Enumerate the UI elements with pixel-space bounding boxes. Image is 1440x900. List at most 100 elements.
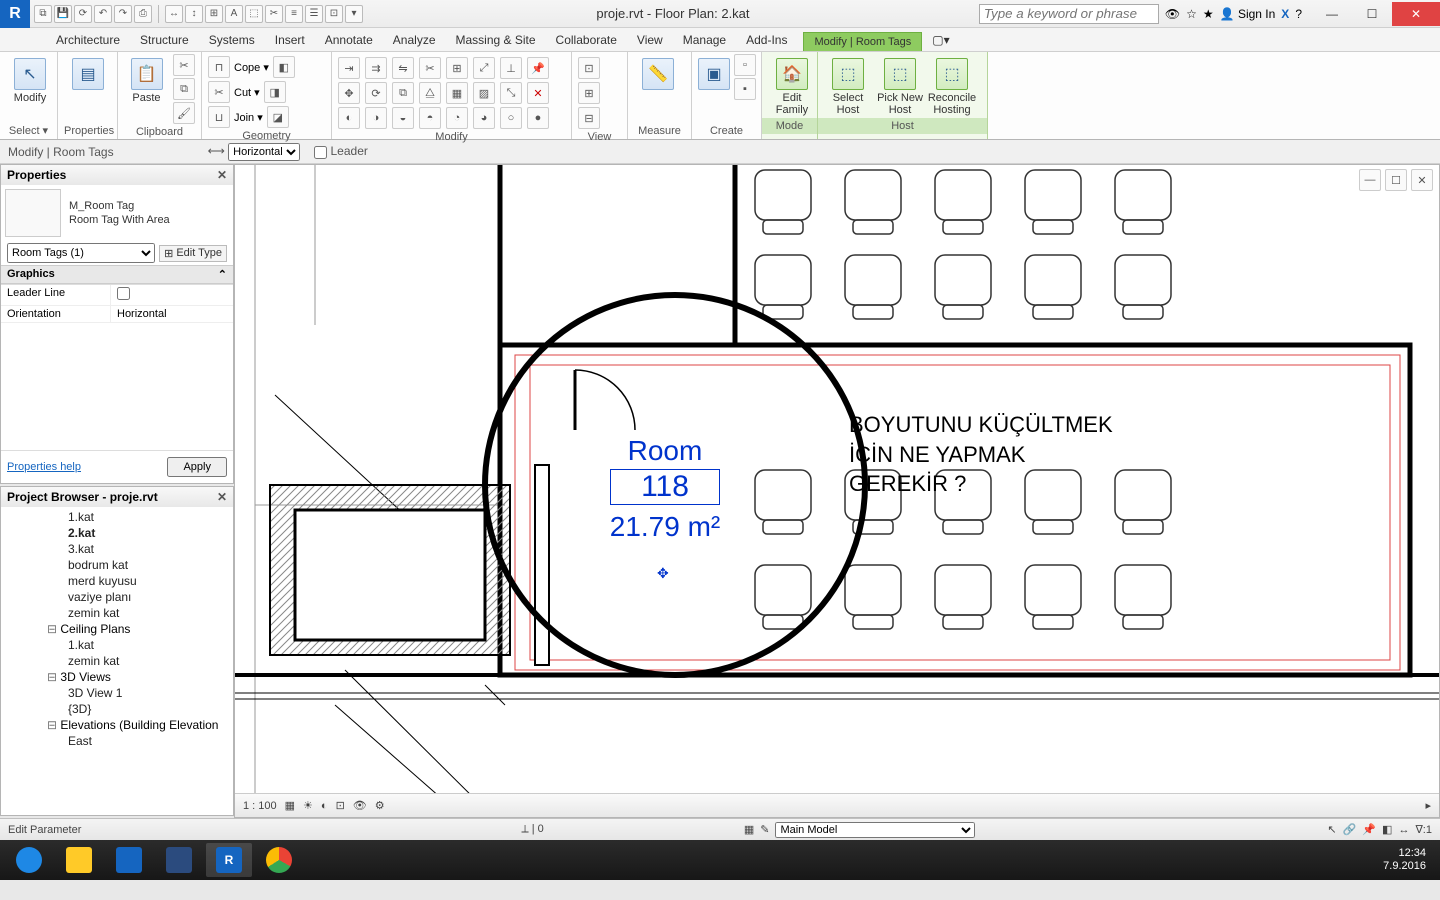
viewnav-max-icon[interactable]: ☐ [1385,169,1407,191]
apply-button[interactable]: Apply [167,457,227,477]
edit-type-button[interactable]: ⊞ Edit Type [159,245,227,262]
leaderline-checkbox[interactable] [117,287,130,300]
browser-item[interactable]: 3.kat [1,541,233,557]
paste-button[interactable]: 📋Paste [124,54,169,104]
tab-massing[interactable]: Massing & Site [446,29,546,51]
tab-collaborate[interactable]: Collaborate [546,29,627,51]
sb-link-icon[interactable]: 🔗 [1343,823,1357,836]
browser-item[interactable]: {3D} [1,701,233,717]
delete-icon[interactable]: ✕ [527,82,549,104]
reconcile-button[interactable]: ⬚Reconcile Hosting [928,54,976,116]
mod-f-icon[interactable]: ◕ [473,107,495,129]
select-host-button[interactable]: ⬚Select Host [824,54,872,116]
qat-3d-icon[interactable]: ⬚ [245,5,263,23]
tab-insert[interactable]: Insert [265,29,315,51]
mod-h-icon[interactable]: ● [527,107,549,129]
qat-open-icon[interactable]: ⧉ [34,5,52,23]
split-icon[interactable]: ✂ [419,57,441,79]
browser-item[interactable]: Ceiling Plans [1,621,233,637]
help-icon[interactable]: ? [1295,7,1302,21]
scale-icon[interactable]: ⤢ [473,57,495,79]
properties-button[interactable]: ▤ [64,54,112,90]
taskbar-app2[interactable] [156,843,202,877]
qat-section-icon[interactable]: ✂ [265,5,283,23]
tab-view[interactable]: View [627,29,673,51]
qat-align-icon[interactable]: ↕ [185,5,203,23]
room-tag[interactable]: Room 118 21.79 m² [565,435,765,543]
tab-annotate[interactable]: Annotate [315,29,383,51]
search-input[interactable] [979,4,1159,24]
edit-family-button[interactable]: 🏠Edit Family [768,54,816,116]
browser-item[interactable]: zemin kat [1,605,233,621]
mod-c-icon[interactable]: ◒ [392,107,414,129]
mirror2-icon[interactable]: ⧋ [419,82,441,104]
vc-crop-icon[interactable]: ⊡ [336,799,345,812]
favorite-icon[interactable]: ★ [1203,7,1214,21]
cut-opt-icon[interactable]: ◨ [264,81,286,103]
taskbar-ie[interactable] [6,843,52,877]
align-icon[interactable]: ⇥ [338,57,360,79]
sb-select-icon[interactable]: ↖ [1327,823,1336,836]
matchtype-icon[interactable]: 🖌 [173,102,195,124]
view-a-icon[interactable]: ⊡ [578,57,600,79]
rotate-icon[interactable]: ⟳ [365,82,387,104]
props-section-graphics[interactable]: Graphics⌃ [1,265,233,284]
browser-item[interactable]: 2.kat [1,525,233,541]
copy-mod-icon[interactable]: ⧉ [392,82,414,104]
instance-selector[interactable]: Room Tags (1) [7,243,155,263]
tab-analyze[interactable]: Analyze [383,29,446,51]
cutgeom-icon[interactable]: ✂ [208,81,230,103]
browser-close-icon[interactable]: ✕ [217,490,227,504]
browser-item[interactable]: 3D Views [1,669,233,685]
maximize-button[interactable]: ☐ [1352,2,1392,26]
ungroup-icon[interactable]: ▨ [473,82,495,104]
trim-icon[interactable]: ⊥ [500,57,522,79]
mod-d-icon[interactable]: ◓ [419,107,441,129]
sb-drag-icon[interactable]: ↔ [1398,824,1409,836]
properties-help-link[interactable]: Properties help [7,461,81,473]
room-number[interactable]: 118 [610,469,720,505]
cut-icon[interactable]: ✂ [173,54,195,76]
editreq-icon[interactable]: ✎ [760,823,769,836]
browser-item[interactable]: bodrum kat [1,557,233,573]
copy-icon[interactable]: ⧉ [173,78,195,100]
vc-style-icon[interactable]: ☀ [303,799,313,812]
worksets-icon[interactable]: ▦ [744,823,754,836]
mod-a-icon[interactable]: ◐ [338,107,360,129]
browser-tree[interactable]: 1.kat2.kat3.katbodrum katmerd kuyusuvazi… [1,507,233,815]
tab-manage[interactable]: Manage [673,29,736,51]
browser-item[interactable]: 3D View 1 [1,685,233,701]
taskbar-revit[interactable]: R [206,843,252,877]
join-icon[interactable]: ⊔ [208,106,230,128]
sb-pin-icon[interactable]: 📌 [1362,823,1376,836]
vc-shadows-icon[interactable]: ◐ [321,800,328,812]
drawing-canvas[interactable]: Room 118 21.79 m² ✥ BOYUTUNU KÜÇÜLTMEK İ… [234,164,1440,818]
vc-hide-icon[interactable]: 👁 [353,799,367,812]
browser-item[interactable]: 1.kat [1,637,233,653]
sb-face-icon[interactable]: ◧ [1382,823,1392,836]
qat-save-icon[interactable]: 💾 [54,5,72,23]
group-icon[interactable]: ▦ [446,82,468,104]
move-icon[interactable]: ✥ [338,82,360,104]
leaderline-cell[interactable] [111,285,233,305]
cope-opt-icon[interactable]: ◧ [273,56,295,78]
qat-undo-icon[interactable]: ↶ [94,5,112,23]
taskbar-clock[interactable]: 12:347.9.2016 [1383,847,1436,873]
orientation-cell[interactable]: Horizontal [111,306,233,322]
view-b-icon[interactable]: ⊞ [578,82,600,104]
viewnav-close-icon[interactable]: ✕ [1411,169,1433,191]
browser-item[interactable]: Elevations (Building Elevation [1,717,233,733]
taskbar-app1[interactable] [106,843,152,877]
create-a-icon[interactable]: ▫ [734,54,756,76]
signin-button[interactable]: 👤 Sign In [1220,7,1276,21]
browser-item[interactable]: merd kuyusu [1,573,233,589]
qat-measure-icon[interactable]: ↔ [165,5,183,23]
type-selector[interactable]: M_Room TagRoom Tag With Area [1,185,233,241]
vc-reveal-icon[interactable]: ⚙ [375,799,385,812]
view-c-icon[interactable]: ⊟ [578,107,600,129]
mod-g-icon[interactable]: ○ [500,107,522,129]
tab-systems[interactable]: Systems [199,29,265,51]
browser-item[interactable]: East [1,733,233,749]
modify-tool-button[interactable]: ↖Modify [6,54,54,104]
taskbar-chrome[interactable] [256,843,302,877]
